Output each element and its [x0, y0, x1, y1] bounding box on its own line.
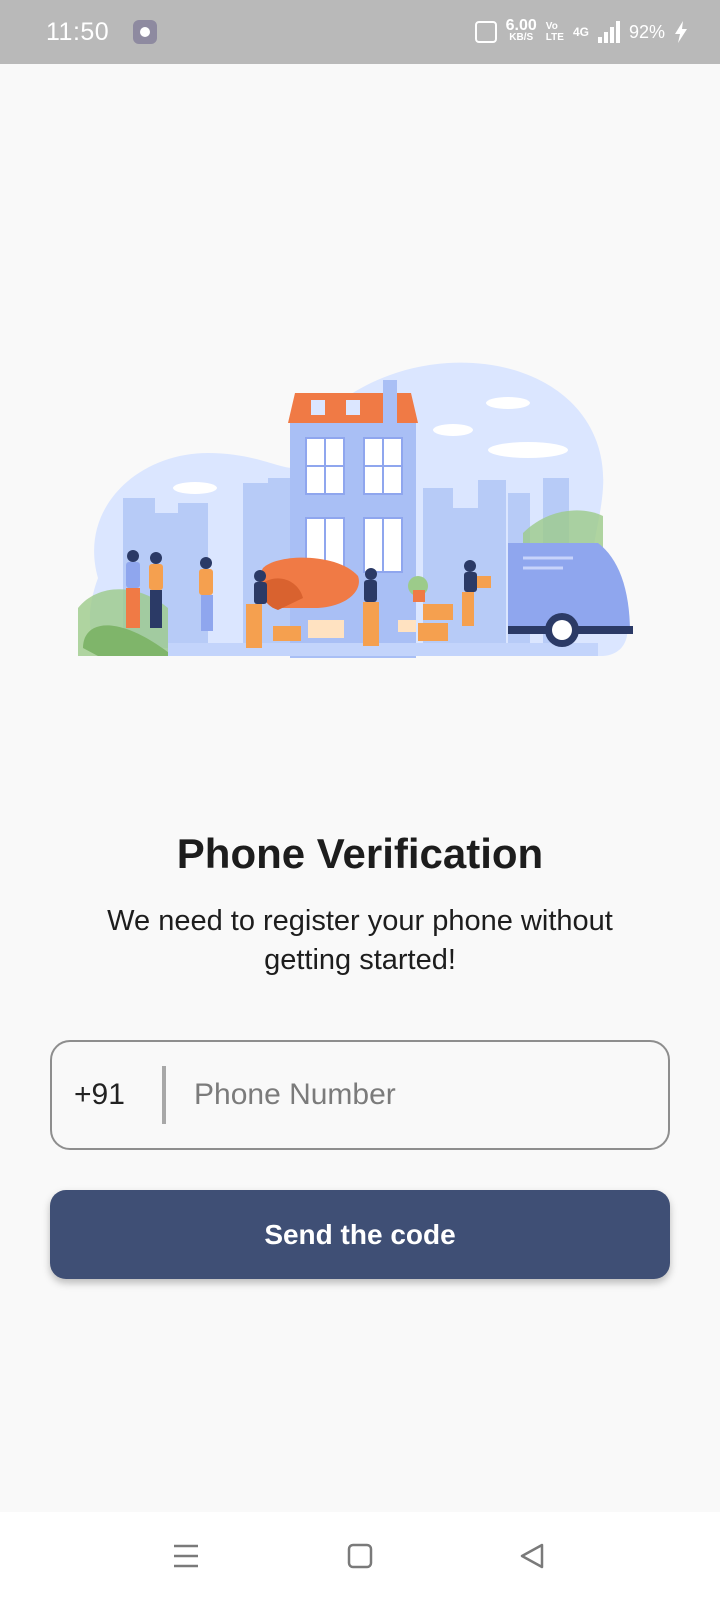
signal-icon	[597, 21, 620, 43]
status-icons: 6.00 KB/S Vo LTE 4G 92%	[474, 17, 688, 44]
page-title: Phone Verification	[176, 830, 544, 877]
volte-bottom: LTE	[545, 32, 564, 43]
network-type: 4G	[572, 25, 589, 39]
vibrate-icon	[474, 21, 497, 43]
home-icon[interactable]	[336, 1532, 384, 1580]
moving-house-illustration	[78, 362, 633, 658]
net-speed-value: 6.00	[505, 17, 537, 34]
menu-icon[interactable]	[162, 1532, 210, 1580]
settings-notification-icon	[133, 20, 158, 44]
charging-icon	[675, 21, 687, 43]
volte-indicator: Vo LTE	[546, 21, 564, 43]
page-subtitle: We need to register your phone without g…	[107, 905, 613, 976]
field-divider	[162, 1066, 166, 1124]
net-speed-unit: KB/S	[509, 32, 534, 43]
status-bar: 11:50 6.00 KB/S Vo LTE 4G 92%	[0, 0, 720, 64]
net-speed: 6.00 KB/S	[505, 17, 537, 44]
country-code[interactable]: +91	[74, 1078, 140, 1112]
status-time: 11:50	[46, 17, 110, 46]
volte-top: Vo	[545, 21, 558, 32]
send-code-button[interactable]: Send the code	[50, 1190, 670, 1279]
phone-number-field[interactable]: +91	[50, 1040, 670, 1150]
back-icon[interactable]	[508, 1532, 556, 1580]
battery-percentage: 92%	[628, 21, 665, 42]
navigation-bar	[0, 1512, 720, 1600]
phone-number-input[interactable]	[194, 1078, 634, 1112]
